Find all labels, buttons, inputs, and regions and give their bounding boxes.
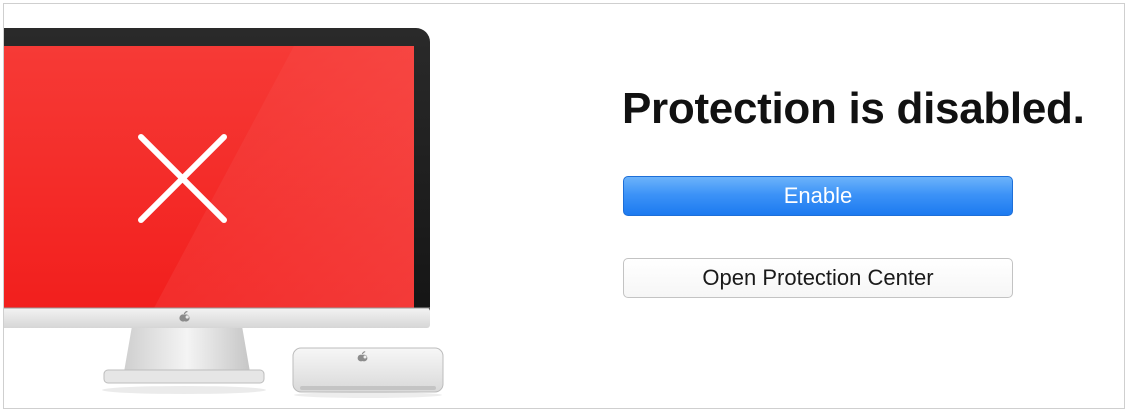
open-protection-center-button[interactable]: Open Protection Center: [623, 258, 1013, 298]
monitor-stand: [102, 326, 266, 394]
computer-illustration: [4, 28, 444, 398]
protection-panel: Protection is disabled. Enable Open Prot…: [3, 3, 1125, 409]
mac-mini-icon: [292, 347, 444, 398]
enable-button[interactable]: Enable: [623, 176, 1013, 216]
monitor-icon: [4, 28, 430, 328]
status-title: Protection is disabled.: [622, 84, 1085, 133]
